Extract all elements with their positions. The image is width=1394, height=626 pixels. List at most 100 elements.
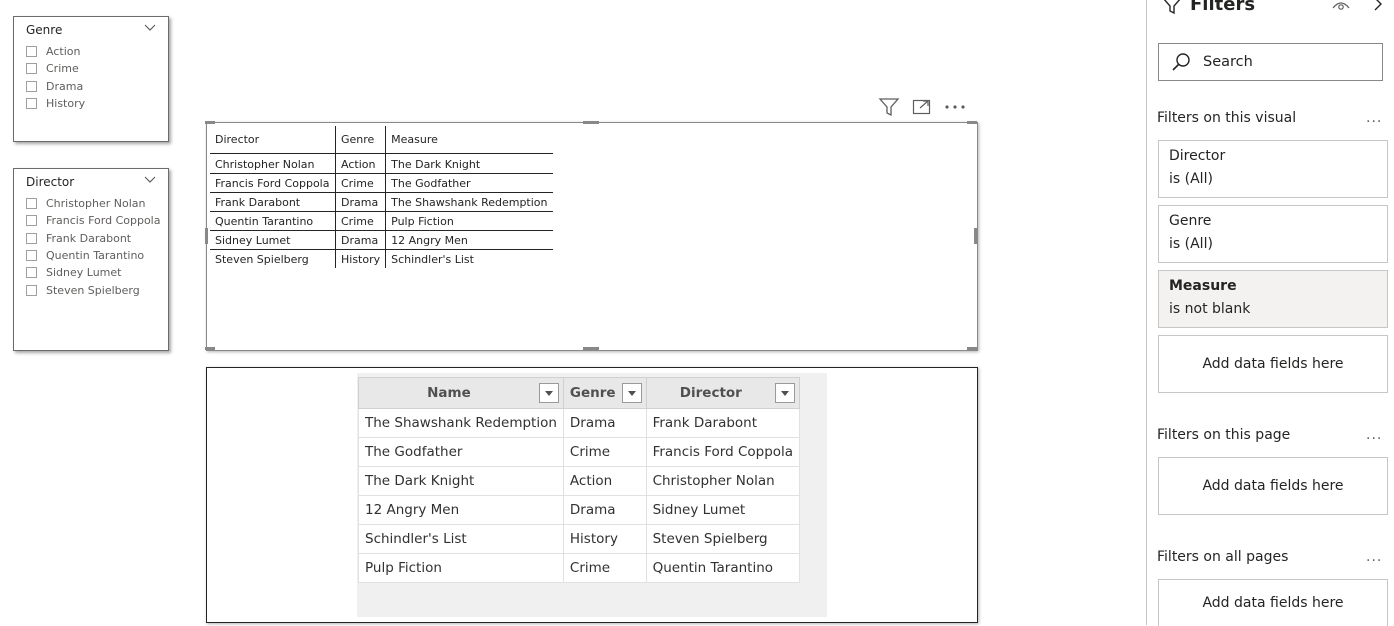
table-cell: Quentin Tarantino (645, 553, 801, 583)
table-row[interactable]: Pulp Fiction Crime Quentin Tarantino (358, 553, 801, 583)
table-row[interactable]: 12 Angry Men Drama Sidney Lumet (358, 495, 801, 525)
table-cell: Sidney Lumet (210, 230, 336, 250)
table-cell: Schindler's List (391, 252, 474, 266)
genre-option[interactable]: History (26, 95, 85, 112)
resize-handle[interactable] (583, 347, 599, 350)
filter-icon[interactable] (878, 97, 900, 117)
table-cell: The Dark Knight (358, 466, 564, 496)
table-cell: Crime (562, 553, 647, 583)
director-option[interactable]: Steven Spielberg (26, 281, 160, 298)
director-option[interactable]: Sidney Lumet (26, 264, 160, 281)
data-grid: Name Genre Director The Shawshank Redemp… (358, 377, 801, 583)
table-row[interactable]: Christopher Nolan Action The Dark Knight (210, 155, 553, 174)
table-row[interactable]: The Godfather Crime Francis Ford Coppola (358, 437, 801, 467)
table-cell: Sidney Lumet (645, 495, 801, 525)
table-cell: Frank Darabont (645, 408, 801, 438)
table-cell: Steven Spielberg (210, 249, 336, 268)
more-options-icon[interactable]: ... (1366, 427, 1382, 443)
table-cell: The Dark Knight (385, 155, 553, 174)
checkbox-icon[interactable] (26, 232, 37, 244)
table-row[interactable]: Francis Ford Coppola Crime The Godfather (210, 173, 553, 193)
chevron-right-icon[interactable] (1373, 0, 1383, 16)
table-cell: The Godfather (358, 437, 564, 467)
resize-handle[interactable] (967, 121, 977, 124)
director-slicer: Director Christopher Nolan Francis Ford … (13, 168, 169, 351)
table-row[interactable]: The Dark Knight Action Christopher Nolan (358, 466, 801, 496)
eye-icon[interactable] (1332, 0, 1350, 16)
director-option[interactable]: Frank Darabont (26, 230, 160, 247)
checkbox-icon[interactable] (26, 267, 37, 279)
column-header-genre[interactable]: Genre (562, 377, 647, 409)
genre-option[interactable]: Crime (26, 60, 85, 77)
genre-slicer-title: Genre (26, 23, 63, 37)
director-slicer-title: Director (26, 175, 75, 189)
table-row[interactable]: Sidney Lumet Drama 12 Angry Men (210, 230, 553, 250)
checkbox-icon[interactable] (26, 198, 37, 210)
table-cell: The Shawshank Redemption (358, 408, 564, 438)
section-all-label: Filters on all pages (1157, 549, 1289, 565)
checkbox-icon[interactable] (26, 215, 37, 227)
filters-pane-title: Filters (1162, 0, 1255, 15)
checkbox-icon[interactable] (26, 80, 37, 92)
table-cell: Drama (335, 192, 387, 212)
checkbox-icon[interactable] (26, 98, 37, 110)
dropdown-arrow-icon[interactable] (775, 383, 796, 403)
dropdown-arrow-icon[interactable] (621, 383, 642, 403)
resize-handle[interactable] (583, 121, 599, 124)
add-data-fields-visual[interactable]: Add data fields here (1158, 335, 1388, 393)
genre-option[interactable]: Action (26, 43, 85, 60)
table-row[interactable]: The Shawshank Redemption Drama Frank Darab… (358, 408, 801, 438)
more-options-icon[interactable]: ... (1366, 110, 1382, 126)
table-cell: The Shawshank Redemption (385, 192, 553, 212)
table-cell: Francis Ford Coppola (210, 173, 336, 193)
table-cell: Christopher Nolan (210, 155, 336, 174)
director-option[interactable]: Francis Ford Coppola (26, 212, 160, 229)
filter-card-director[interactable]: Director is (All) (1158, 140, 1388, 198)
search-icon (1172, 53, 1190, 71)
table-cell: Pulp Fiction (358, 553, 564, 583)
table-row[interactable]: Schindler's List History Steven Spielberg (358, 524, 801, 554)
resize-handle[interactable] (205, 121, 215, 124)
resize-handle[interactable] (974, 228, 977, 244)
resize-handle[interactable] (967, 347, 977, 350)
table-cell: Christopher Nolan (645, 466, 801, 496)
table-cell: Crime (335, 211, 387, 231)
table-cell: History (562, 524, 647, 554)
filter-card-genre[interactable]: Genre is (All) (1158, 205, 1388, 263)
table-cell: Francis Ford Coppola (645, 437, 801, 467)
add-data-fields-page[interactable]: Add data fields here (1158, 457, 1388, 515)
checkbox-icon[interactable] (26, 250, 37, 262)
table-row[interactable]: Steven Spielberg History Schindler's List (210, 249, 553, 268)
checkbox-icon[interactable] (26, 284, 37, 296)
add-data-fields-all[interactable]: Add data fields here (1158, 579, 1388, 626)
resize-handle[interactable] (205, 228, 208, 244)
filter-card-measure[interactable]: Measure is not blank (1158, 270, 1388, 328)
column-header-director[interactable]: Director (645, 377, 801, 409)
table-cell: History (335, 249, 387, 268)
column-header[interactable]: Measure (385, 126, 553, 154)
matrix-table: Director Genre Measure Christopher Nolan… (210, 126, 553, 268)
focus-mode-icon[interactable] (912, 98, 932, 116)
chevron-down-icon[interactable] (144, 22, 156, 32)
more-options-icon[interactable]: ... (1366, 549, 1382, 565)
table-cell: Crime (562, 437, 647, 467)
checkbox-icon[interactable] (26, 63, 37, 75)
genre-option[interactable]: Drama (26, 78, 85, 95)
column-header[interactable]: Director (210, 126, 336, 154)
director-option[interactable]: Christopher Nolan (26, 195, 160, 212)
table-cell: Crime (335, 173, 387, 193)
genre-slicer: Genre Action Crime Drama History (13, 16, 169, 142)
column-header[interactable]: Genre (335, 126, 387, 154)
column-header-name[interactable]: Name (358, 377, 564, 409)
resize-handle[interactable] (205, 347, 215, 350)
director-option[interactable]: Quentin Tarantino (26, 247, 160, 264)
more-options-icon[interactable] (944, 104, 966, 110)
table-row[interactable]: Quentin Tarantino Crime Pulp Fiction (210, 211, 553, 231)
dropdown-arrow-icon[interactable] (538, 383, 559, 403)
table-row[interactable]: Frank Darabont Drama The Shawshank Redempt… (210, 192, 553, 212)
chevron-down-icon[interactable] (144, 174, 156, 184)
checkbox-icon[interactable] (26, 46, 37, 58)
section-visual-label: Filters on this visual (1157, 110, 1297, 126)
table-cell: Drama (562, 408, 647, 438)
search-input[interactable]: Search (1158, 43, 1383, 81)
